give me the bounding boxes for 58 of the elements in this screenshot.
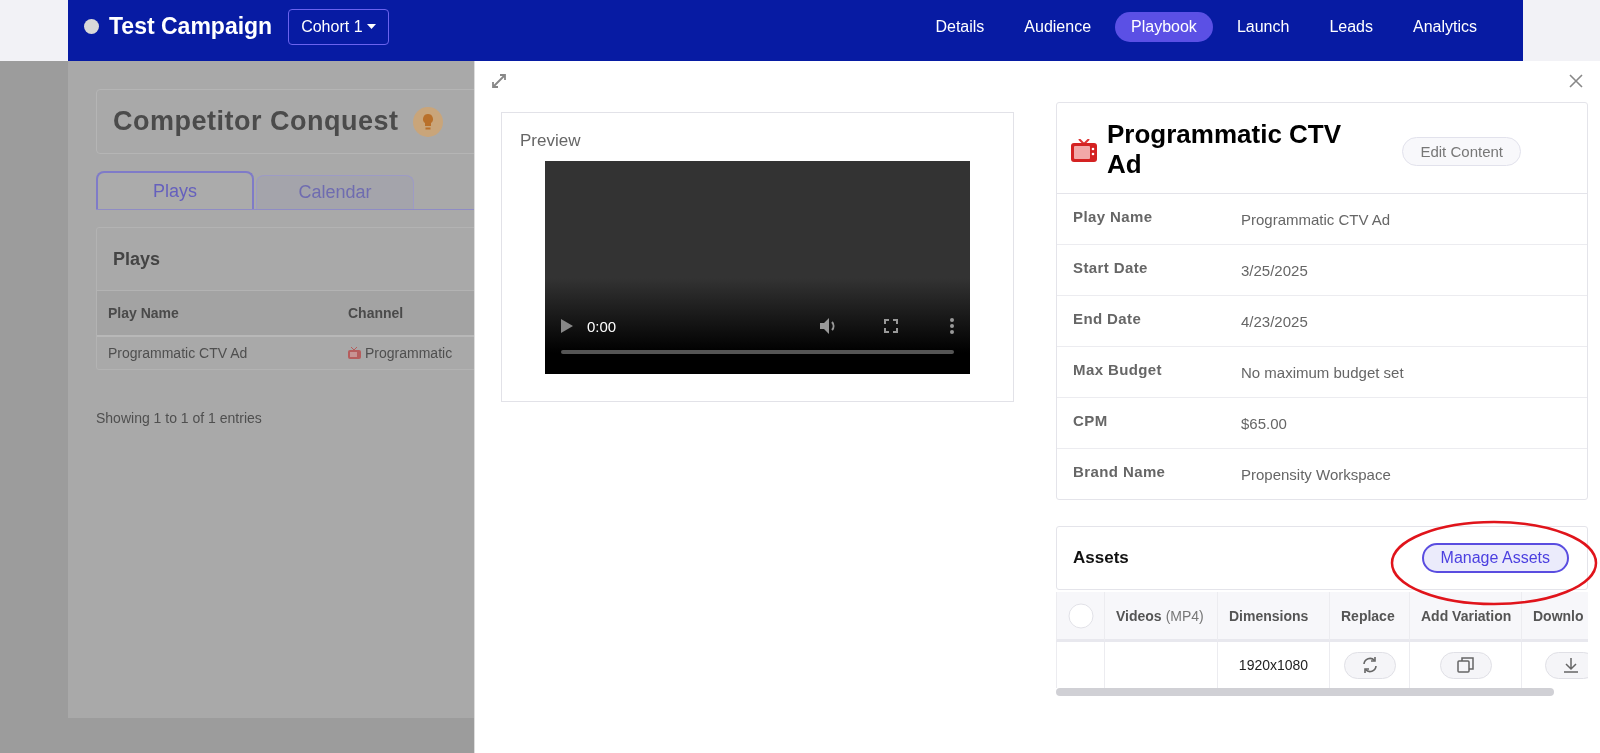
- tv-icon: [348, 347, 361, 359]
- channel-cell: Programmatic: [337, 337, 474, 369]
- column-header: Dimensions: [1217, 592, 1329, 642]
- campaign-title: Test Campaign: [109, 13, 273, 40]
- field-value: 4/23/2025: [1241, 312, 1309, 330]
- play-icon[interactable]: [561, 319, 573, 333]
- video-progress-track[interactable]: [561, 350, 954, 354]
- nav-tab[interactable]: Launch: [1220, 11, 1306, 42]
- copy-icon: [1456, 656, 1475, 674]
- column-header: Downlo: [1521, 592, 1588, 642]
- assets-title: Assets: [1073, 548, 1129, 568]
- play-title: Competitor Conquest: [113, 106, 399, 137]
- field-value: Programmatic CTV Ad: [1241, 210, 1392, 228]
- cohort-dropdown[interactable]: Cohort 1: [288, 8, 389, 45]
- card-title: Plays: [112, 247, 162, 271]
- fullscreen-icon[interactable]: [884, 319, 898, 333]
- download-icon: [1561, 656, 1580, 674]
- nav-tab[interactable]: Analytics: [1396, 11, 1493, 42]
- lightbulb-icon: [412, 106, 443, 137]
- column-header: Videos (MP4): [1104, 592, 1217, 642]
- field-value: Propensity Workspace: [1241, 465, 1392, 483]
- nav-tab[interactable]: Audience: [1008, 11, 1108, 42]
- video-player[interactable]: 0:00: [545, 161, 970, 374]
- column-header: Replace: [1329, 592, 1409, 642]
- tv-icon: [1071, 139, 1097, 163]
- nav-tab[interactable]: Details: [919, 11, 1001, 42]
- field-label: Play Name: [1073, 207, 1154, 225]
- play-heading: Programmatic CTV Ad: [1107, 119, 1343, 179]
- status-dot: [84, 19, 99, 34]
- entries-count: Showing 1 to 1 of 1 entries: [96, 410, 263, 426]
- preview-title: Preview: [520, 131, 582, 151]
- field-label: CPM: [1073, 411, 1109, 429]
- more-icon[interactable]: [950, 318, 954, 334]
- column-header: Add Variation: [1409, 592, 1521, 642]
- add-variation-button[interactable]: [1439, 651, 1492, 679]
- download-button[interactable]: [1544, 651, 1588, 679]
- column-header: Play Name: [97, 290, 337, 337]
- nav-tab[interactable]: Leads: [1313, 11, 1389, 42]
- field-value: $65.00: [1241, 414, 1288, 432]
- field-label: Start Date: [1073, 258, 1149, 276]
- refresh-icon: [1360, 656, 1379, 674]
- caret-icon: [366, 23, 376, 30]
- field-label: End Date: [1073, 309, 1143, 327]
- field-value: 3/25/2025: [1241, 261, 1309, 279]
- field-label: Brand Name: [1073, 462, 1167, 480]
- scrollbar[interactable]: [1056, 688, 1554, 696]
- manage-assets-button[interactable]: Manage Assets: [1421, 543, 1569, 573]
- close-icon[interactable]: [1568, 73, 1584, 89]
- table-cell-text: Programmatic CTV Ad: [107, 344, 249, 363]
- edit-content-button[interactable]: Edit Content: [1402, 137, 1521, 166]
- field-value: No maximum budget set: [1241, 363, 1405, 381]
- video-time: 0:00: [587, 317, 618, 335]
- nav-tab[interactable]: Playbook: [1115, 11, 1213, 42]
- select-all-checkbox[interactable]: [1067, 602, 1094, 629]
- expand-icon[interactable]: [491, 73, 507, 89]
- field-label: Max Budget: [1073, 360, 1163, 378]
- column-header: Channel: [337, 290, 474, 337]
- replace-button[interactable]: [1343, 651, 1396, 679]
